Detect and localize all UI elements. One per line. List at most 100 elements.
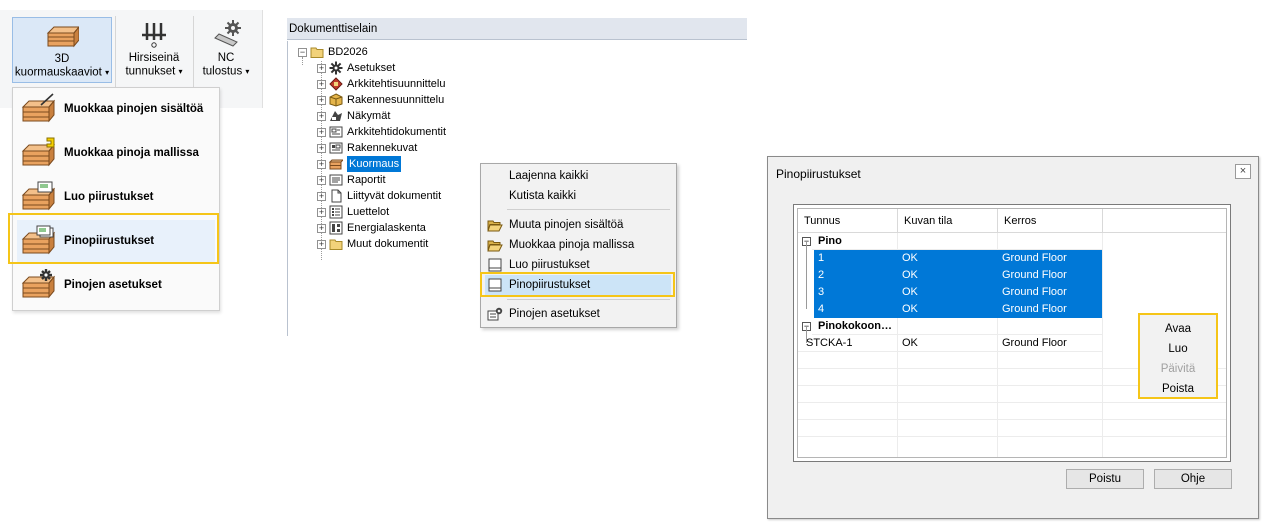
context-menu: Laajenna kaikki Kutista kaikki Muuta pin… xyxy=(480,163,677,328)
button-label-line1: NC xyxy=(217,52,235,64)
tree-root-bd2026[interactable]: − BD2026 xyxy=(298,44,368,60)
stack-edit-icon xyxy=(21,93,55,123)
dropdown-item-create-drawings[interactable]: Luo piirustukset xyxy=(17,176,215,218)
tree-item-arkkitehtisuunnittelu[interactable]: + Arkkitehtisuunnittelu xyxy=(317,76,445,92)
expand-icon[interactable]: + xyxy=(317,175,326,185)
nc-gear-icon xyxy=(214,20,241,47)
tree-item-muut-dokumentit[interactable]: + Muut dokumentit xyxy=(317,236,428,252)
menu-item-expand-all[interactable]: Laajenna kaikki xyxy=(485,166,671,186)
tree-item-liittyvat-dokumentit[interactable]: + Liittyvät dokumentit xyxy=(317,188,441,204)
close-icon[interactable]: × xyxy=(1235,164,1251,179)
expand-icon[interactable]: + xyxy=(317,191,326,201)
menu-separator xyxy=(507,299,670,300)
expand-icon[interactable]: + xyxy=(317,159,326,169)
expand-icon[interactable]: + xyxy=(317,239,326,249)
table-row[interactable]: 1 OK Ground Floor xyxy=(798,250,1226,267)
table-row[interactable]: 2 OK Ground Floor xyxy=(798,267,1226,284)
tree-item-label: Raportit xyxy=(347,174,386,186)
stack-drawing-icon xyxy=(21,181,55,211)
cell-status: OK xyxy=(898,267,998,284)
tree-item-label: Rakennesuunnittelu xyxy=(347,94,445,106)
tree-item-raportit[interactable]: + Raportit xyxy=(317,172,386,188)
dropdown-item-stack-settings[interactable]: Pinojen asetukset xyxy=(17,264,215,306)
expand-icon[interactable]: + xyxy=(317,79,326,89)
settings-icon xyxy=(487,307,503,321)
dialog-title: Pinopiirustukset xyxy=(776,167,861,181)
group-row-pino[interactable]: − Pino xyxy=(798,233,1226,250)
menu-item-create[interactable]: Luo xyxy=(1140,339,1216,359)
cell-floor: Ground Floor xyxy=(998,301,1103,318)
tree-item-rakennesuunnittelu[interactable]: + Rakennesuunnittelu xyxy=(317,92,444,108)
log-wall-ids-button[interactable]: Hirsiseinä tunnukset ▾ xyxy=(118,17,190,83)
menu-item-edit-stacks-in-model[interactable]: Muokkaa pinoja mallissa xyxy=(485,235,671,255)
group-label: Pinokokoon… xyxy=(812,318,898,335)
tree-item-asetukset[interactable]: + Asetukset xyxy=(317,60,395,76)
expand-icon[interactable]: + xyxy=(317,63,326,73)
tree-item-arkkitehtidokumentit[interactable]: + Arkkitehtidokumentit xyxy=(317,124,446,140)
close-dialog-button[interactable]: Poistu xyxy=(1066,469,1144,489)
highlight-frame xyxy=(480,272,675,297)
chevron-down-icon: ▾ xyxy=(245,67,250,76)
cell-id: 2 xyxy=(814,267,898,284)
table-row[interactable]: 3 OK Ground Floor xyxy=(798,284,1226,301)
tree-item-label: Arkkitehtidokumentit xyxy=(347,126,447,138)
grid-line xyxy=(798,419,1226,420)
help-button[interactable]: Ohje xyxy=(1154,469,1232,489)
column-header-id[interactable]: Tunnus xyxy=(798,209,898,233)
tree-item-rakennekuvat[interactable]: + Rakennekuvat xyxy=(317,140,417,156)
drawings-list[interactable]: Tunnus ^ Kuvan tila Kerros − Pino 1 OK G… xyxy=(797,208,1227,458)
energy-icon xyxy=(329,221,343,235)
cell-status: OK xyxy=(898,250,998,267)
expand-icon[interactable]: + xyxy=(317,95,326,105)
3d-loading-diagrams-button[interactable]: 3D kuormauskaaviot ▾ xyxy=(12,17,112,83)
expand-icon[interactable]: + xyxy=(317,111,326,121)
dropdown-item-label: Muokkaa pinojen sisältöä xyxy=(64,103,204,115)
expand-icon[interactable]: + xyxy=(317,143,326,153)
dropdown-item-edit-stack-contents[interactable]: Muokkaa pinojen sisältöä xyxy=(17,88,215,130)
collapse-icon[interactable]: − xyxy=(298,47,307,57)
menu-item-label: Muokkaa pinoja mallissa xyxy=(509,239,635,251)
tree-item-energialaskenta[interactable]: + Energialaskenta xyxy=(317,220,426,236)
tree-root-label: BD2026 xyxy=(328,46,368,58)
menu-item-delete[interactable]: Poista xyxy=(1140,379,1216,399)
document-browser-title: Dokumenttiselain xyxy=(287,18,747,40)
loading-diagrams-dropdown: Muokkaa pinojen sisältöä Muokkaa pinoja … xyxy=(12,87,220,311)
tree-item-label: Arkkitehtisuunnittelu xyxy=(347,78,446,90)
cell-floor: Ground Floor xyxy=(998,250,1103,267)
expand-icon[interactable]: + xyxy=(317,207,326,217)
log-wall-icon xyxy=(142,23,166,48)
tree-item-label: Rakennekuvat xyxy=(347,142,418,154)
expand-icon[interactable]: + xyxy=(317,223,326,233)
gear-icon xyxy=(329,61,343,75)
column-header-floor[interactable]: Kerros xyxy=(998,209,1103,233)
column-header-label: Tunnus xyxy=(804,215,841,227)
empty-cell xyxy=(898,318,998,335)
tree-item-luettelot[interactable]: + Luettelot xyxy=(317,204,389,220)
dropdown-item-label: Muokkaa pinoja mallissa xyxy=(64,147,199,159)
button-label-line1: Hirsiseinä xyxy=(128,52,180,64)
column-header-status[interactable]: Kuvan tila xyxy=(898,209,998,233)
dropdown-item-edit-stacks-in-model[interactable]: Muokkaa pinoja mallissa xyxy=(17,132,215,174)
dropdown-item-label: Pinojen asetukset xyxy=(64,279,162,291)
tree-item-label: Näkymät xyxy=(347,110,391,122)
cell-floor: Ground Floor xyxy=(998,284,1103,301)
open-folder-icon xyxy=(487,240,503,252)
menu-item-change-stack-contents[interactable]: Muuta pinojen sisältöä xyxy=(485,215,671,235)
tree-item-nakymat[interactable]: + Näkymät xyxy=(317,108,390,124)
menu-item-label: Muuta pinojen sisältöä xyxy=(509,219,624,231)
cell-id: STCKA-1 xyxy=(798,335,898,352)
tree-item-kuormaus[interactable]: + Kuormaus xyxy=(317,156,402,172)
column-header-label: Kuvan tila xyxy=(904,215,953,227)
menu-item-open[interactable]: Avaa xyxy=(1140,319,1216,339)
menu-item-collapse-all[interactable]: Kutista kaikki xyxy=(485,186,671,206)
tree-item-label-selected: Kuormaus xyxy=(347,156,402,172)
highlight-frame xyxy=(8,213,219,264)
column-header-empty xyxy=(1103,209,1226,233)
expand-icon[interactable]: + xyxy=(317,127,326,137)
dropdown-item-label: Luo piirustukset xyxy=(64,191,154,203)
button-label-line2: tunnukset xyxy=(125,65,176,78)
button-label-line1: 3D xyxy=(54,53,70,65)
menu-item-stack-settings[interactable]: Pinojen asetukset xyxy=(485,304,671,324)
nc-print-button[interactable]: NC tulostus ▾ xyxy=(196,17,256,83)
tree-item-label: Liittyvät dokumentit xyxy=(347,190,442,202)
